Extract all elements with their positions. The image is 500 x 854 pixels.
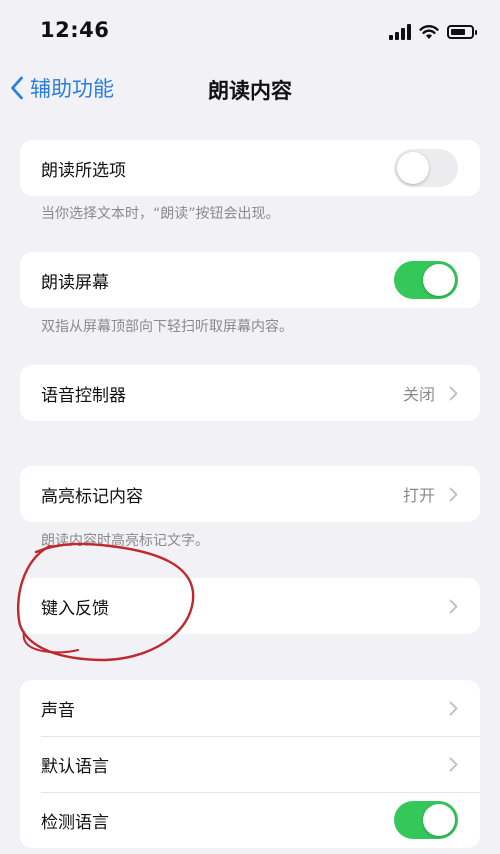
speech-controller-group: 语音控制器 关闭	[20, 365, 480, 421]
battery-icon	[447, 25, 477, 39]
speak-screen-row: 朗读屏幕	[20, 252, 480, 308]
typing-feedback-row[interactable]: 键入反馈	[20, 578, 480, 634]
page-title: 朗读内容	[208, 79, 292, 103]
detect-language-label: 检测语言	[41, 812, 109, 833]
typing-feedback-label: 键入反馈	[41, 598, 109, 619]
voices-row[interactable]: 声音	[20, 680, 480, 736]
navigation-bar: 辅助功能 朗读内容	[0, 60, 500, 116]
speak-screen-toggle[interactable]	[394, 261, 458, 299]
speak-selection-row: 朗读所选项	[20, 140, 480, 196]
voices-label: 声音	[41, 700, 75, 721]
highlight-content-group: 高亮标记内容 打开	[20, 466, 480, 522]
speech-controller-value: 关闭	[402, 385, 435, 404]
highlight-content-row[interactable]: 高亮标记内容 打开	[20, 466, 480, 522]
cellular-signal-icon	[389, 24, 411, 40]
speak-selection-label: 朗读所选项	[41, 160, 126, 181]
chevron-right-icon	[449, 701, 458, 716]
default-language-row[interactable]: 默认语言	[20, 736, 480, 792]
speak-selection-toggle[interactable]	[394, 149, 458, 187]
speech-controller-label: 语音控制器	[41, 385, 126, 406]
wifi-icon	[419, 25, 439, 39]
chevron-right-icon	[449, 599, 458, 614]
detect-language-toggle[interactable]	[394, 801, 458, 839]
detect-language-row: 检测语言	[20, 792, 480, 848]
speak-selection-footnote: 当你选择文本时，“朗读”按钮会出现。	[41, 206, 280, 222]
speak-screen-footnote: 双指从屏幕顶部向下轻扫听取屏幕内容。	[41, 319, 293, 335]
chevron-right-icon	[449, 386, 458, 401]
speak-screen-group: 朗读屏幕	[20, 252, 480, 308]
highlight-content-label: 高亮标记内容	[41, 486, 143, 507]
highlight-content-footnote: 朗读内容时高亮标记文字。	[41, 533, 209, 549]
status-bar: 12:46	[0, 0, 500, 60]
speak-screen-label: 朗读屏幕	[41, 272, 109, 293]
status-icons	[389, 22, 477, 42]
chevron-right-icon	[449, 757, 458, 772]
default-language-label: 默认语言	[41, 756, 109, 777]
chevron-right-icon	[449, 487, 458, 502]
speak-selection-group: 朗读所选项	[20, 140, 480, 196]
status-time: 12:46	[40, 18, 110, 42]
typing-feedback-group: 键入反馈	[20, 578, 480, 634]
speech-controller-row[interactable]: 语音控制器 关闭	[20, 365, 480, 421]
highlight-content-value: 打开	[402, 486, 435, 505]
voice-settings-group: 声音 默认语言 检测语言	[20, 680, 480, 848]
